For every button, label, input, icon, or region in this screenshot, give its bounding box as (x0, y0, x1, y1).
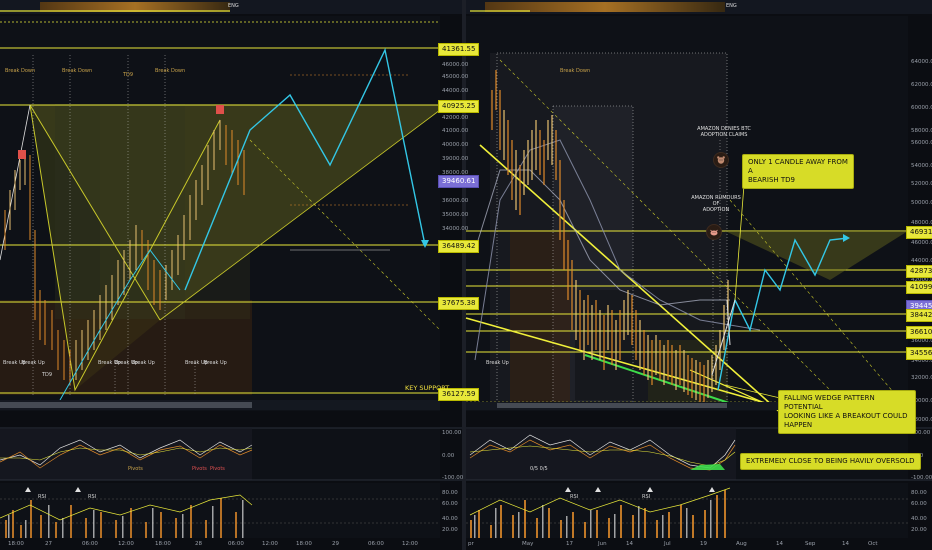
bull-icon (706, 224, 722, 240)
annotation-break-down-right: Break Down (560, 68, 591, 74)
left-time-tick-3: 12:00 (118, 541, 134, 547)
left-time-tick-1: 27 (45, 541, 52, 547)
annotation-td9-top: TD9 (123, 72, 134, 78)
annotation-break-up-7: Break Up (204, 360, 227, 366)
right-rsi-label-2: RSI (642, 494, 651, 500)
annotation-td9-bottom: TD9 (42, 372, 53, 378)
left-top-bar-label: ENG (228, 3, 239, 9)
left-price-label-1: 40925.25 (438, 100, 480, 113)
left-time-tick-8: 18:00 (296, 541, 312, 547)
right-price-tick-6: 52000.00 (911, 181, 932, 187)
left-time-tick-0: 18:00 (8, 541, 24, 547)
left-price-tick-10: 36000.00 (442, 198, 469, 204)
right-price-label-4: 38442.23 (906, 309, 932, 322)
right-rsi-tick-1: 60.00 (911, 501, 927, 507)
left-rsi-tick-1: 60.00 (442, 501, 458, 507)
right-time-tick-7: Aug (736, 541, 747, 547)
right-time-tick-10: 14 (842, 541, 849, 547)
left-panel (0, 0, 462, 550)
left-rsi-label-2: RSI (88, 494, 97, 500)
right-time-tick-5: Jul (664, 541, 671, 547)
left-time-tick-10: 06:00 (368, 541, 384, 547)
left-price-tick-5: 41000.00 (442, 128, 469, 134)
right-price-label-6: 34556.58 (906, 347, 932, 360)
callout-falling-wedge: FALLING WEDGE PATTERN POTENTIAL LOOKING … (778, 390, 916, 434)
pivots-label-2: Pivots (192, 466, 207, 472)
right-price-tick-1: 62000.00 (911, 82, 932, 88)
left-time-tick-7: 12:00 (262, 541, 278, 547)
right-time-tick-11: Oct (868, 541, 878, 547)
key-support-label: KEY SUPPORT (405, 384, 450, 392)
right-price-tick-4: 56000.00 (911, 140, 932, 146)
left-osc-tick-2: -100.00 (442, 475, 464, 481)
annotation-break-down-3: Break Down (155, 68, 186, 74)
callout-oversold: EXTREMELY CLOSE TO BEING HAVILY OVERSOLD (740, 453, 921, 470)
note-amazon-rumours: AMAZON RUMOURS OF ADOPTION (691, 195, 741, 213)
left-rsi-tick-3: 20.00 (442, 527, 458, 533)
right-rsi-tick-3: 20.00 (911, 527, 927, 533)
left-time-tick-2: 06:00 (82, 541, 98, 547)
left-time-tick-9: 29 (332, 541, 339, 547)
left-osc-tick-1: 0.00 (442, 453, 455, 459)
annotation-break-up-5: Break Up (132, 360, 155, 366)
right-time-tick-1: May (522, 541, 534, 547)
right-price-tick-9: 46000.00 (911, 240, 932, 246)
callout-bearish-td9: ONLY 1 CANDLE AWAY FROM A BEARISH TD9 (742, 154, 854, 189)
right-osc-tick-2: -100.00 (911, 475, 932, 481)
right-time-tick-3: Jun (598, 541, 607, 547)
right-price-label-1: 42873.18 (906, 265, 932, 278)
note-amazon-denies: AMAZON DENIES BTC ADOPTION CLAIMS (697, 126, 751, 138)
bear-icon (713, 152, 729, 168)
left-time-tick-4: 18:00 (155, 541, 171, 547)
right-time-tick-2: 17 (566, 541, 573, 547)
right-price-tick-7: 50000.00 (911, 200, 932, 206)
right-time-tick-4: 14 (626, 541, 633, 547)
right-price-tick-2: 60000.00 (911, 105, 932, 111)
left-time-tick-6: 06:00 (228, 541, 244, 547)
right-top-bar-label: ENG (726, 3, 737, 9)
left-price-tick-1: 45000.00 (442, 74, 469, 80)
right-price-tick-5: 54000.00 (911, 163, 932, 169)
left-price-tick-7: 39000.00 (442, 156, 469, 162)
left-price-label-4: 37675.38 (438, 297, 480, 310)
annotation-break-up-2: Break Up (22, 360, 45, 366)
right-price-label-0: 46931.38 (906, 226, 932, 239)
left-price-tick-11: 35000.00 (442, 212, 469, 218)
annotation-break-up-right: Break Up (486, 360, 509, 366)
right-price-label-2: 41099.21 (906, 281, 932, 294)
left-rsi-label: RSI (38, 494, 47, 500)
right-price-tick-3: 58000.00 (911, 128, 932, 134)
left-price-label-0: 41361.55 (438, 43, 480, 56)
right-rsi-tick-2: 40.00 (911, 516, 927, 522)
left-price-tick-0: 46000.00 (442, 62, 469, 68)
right-time-tick-8: 14 (776, 541, 783, 547)
right-rsi-label-1: RSI (570, 494, 579, 500)
right-osc-label: 0/5 0/5 (530, 466, 548, 472)
right-time-tick-6: 19 (700, 541, 707, 547)
left-time-tick-5: 28 (195, 541, 202, 547)
left-rsi-tick-2: 40.00 (442, 516, 458, 522)
right-price-label-5: 36610.57 (906, 326, 932, 339)
pivots-label-3: Pivots (210, 466, 225, 472)
annotation-break-down-1: Break Down (5, 68, 36, 74)
left-price-label-3: 36489.42 (438, 240, 480, 253)
left-price-tick-6: 40000.00 (442, 142, 469, 148)
annotation-break-down-2: Break Down (62, 68, 93, 74)
left-time-tick-11: 12:00 (402, 541, 418, 547)
left-price-tick-4: 42000.00 (442, 115, 469, 121)
left-osc-tick-0: 100.00 (442, 430, 462, 436)
right-price-tick-0: 64000.00 (911, 59, 932, 65)
left-price-tick-12: 34000.00 (442, 226, 469, 232)
chart-workspace: ENG ENG 46000.0045000.0044000.0043000.00… (0, 0, 932, 550)
left-price-tick-2: 44000.00 (442, 88, 469, 94)
right-rsi-tick-0: 80.00 (911, 490, 927, 496)
pivots-label-1: Pivots (128, 466, 143, 472)
left-price-label-2: 39460.61 (438, 175, 480, 188)
right-price-tick-10: 44000.00 (911, 258, 932, 264)
right-price-tick-16: 32000.00 (911, 375, 932, 381)
left-rsi-tick-0: 80.00 (442, 490, 458, 496)
right-time-tick-0: pr (468, 541, 474, 547)
right-time-tick-9: Sep (805, 541, 816, 547)
